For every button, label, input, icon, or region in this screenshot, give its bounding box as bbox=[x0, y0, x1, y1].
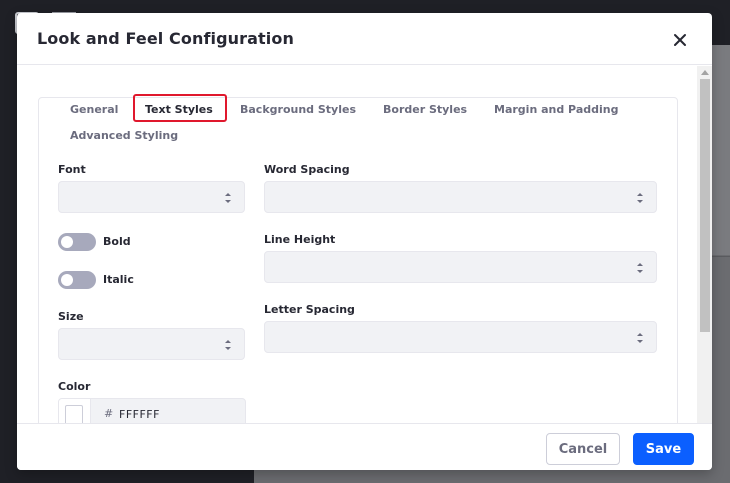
font-label: Font bbox=[58, 163, 86, 176]
scroll-up-arrow-icon[interactable] bbox=[701, 70, 709, 75]
modal-body: General Text Styles Background Styles Bo… bbox=[17, 66, 712, 423]
tab-margin-and-padding[interactable]: Margin and Padding bbox=[494, 103, 618, 116]
letter-spacing-select[interactable] bbox=[264, 321, 657, 353]
modal-footer: Cancel Save bbox=[17, 423, 712, 470]
tab-advanced-styling[interactable]: Advanced Styling bbox=[70, 129, 178, 142]
select-caret-icon bbox=[637, 263, 643, 273]
bold-toggle[interactable] bbox=[58, 233, 96, 251]
word-spacing-label: Word Spacing bbox=[264, 163, 350, 176]
line-height-label: Line Height bbox=[264, 233, 336, 246]
modal-header: Look and Feel Configuration bbox=[17, 13, 712, 65]
modal-title: Look and Feel Configuration bbox=[37, 29, 294, 48]
size-select[interactable] bbox=[58, 328, 245, 360]
color-swatch-button[interactable] bbox=[59, 399, 91, 423]
color-input-group: # FFFFFF bbox=[58, 398, 246, 423]
select-caret-icon bbox=[637, 193, 643, 203]
close-button[interactable] bbox=[669, 29, 691, 51]
font-select[interactable] bbox=[58, 181, 245, 213]
look-and-feel-modal: Look and Feel Configuration General Text… bbox=[17, 13, 712, 470]
scrollbar-thumb[interactable] bbox=[700, 79, 710, 332]
toggle-knob bbox=[61, 236, 73, 248]
close-icon bbox=[674, 34, 686, 46]
tab-background-styles[interactable]: Background Styles bbox=[240, 103, 356, 116]
bold-label: Bold bbox=[103, 235, 131, 248]
select-caret-icon bbox=[637, 333, 643, 343]
color-hex-input[interactable]: FFFFFF bbox=[119, 408, 160, 421]
toggle-knob bbox=[61, 274, 73, 286]
select-caret-icon bbox=[225, 340, 231, 350]
size-label: Size bbox=[58, 310, 84, 323]
tab-general[interactable]: General bbox=[70, 103, 118, 116]
line-height-select[interactable] bbox=[264, 251, 657, 283]
word-spacing-select[interactable] bbox=[264, 181, 657, 213]
select-caret-icon bbox=[225, 193, 231, 203]
tab-border-styles[interactable]: Border Styles bbox=[383, 103, 467, 116]
save-button[interactable]: Save bbox=[633, 433, 694, 465]
tab-text-styles[interactable]: Text Styles bbox=[145, 103, 213, 116]
color-label: Color bbox=[58, 380, 91, 393]
italic-label: Italic bbox=[103, 273, 134, 286]
color-swatch-preview bbox=[65, 405, 83, 423]
letter-spacing-label: Letter Spacing bbox=[264, 303, 355, 316]
cancel-button[interactable]: Cancel bbox=[546, 433, 620, 465]
hash-icon: # bbox=[104, 407, 114, 420]
italic-toggle[interactable] bbox=[58, 271, 96, 289]
